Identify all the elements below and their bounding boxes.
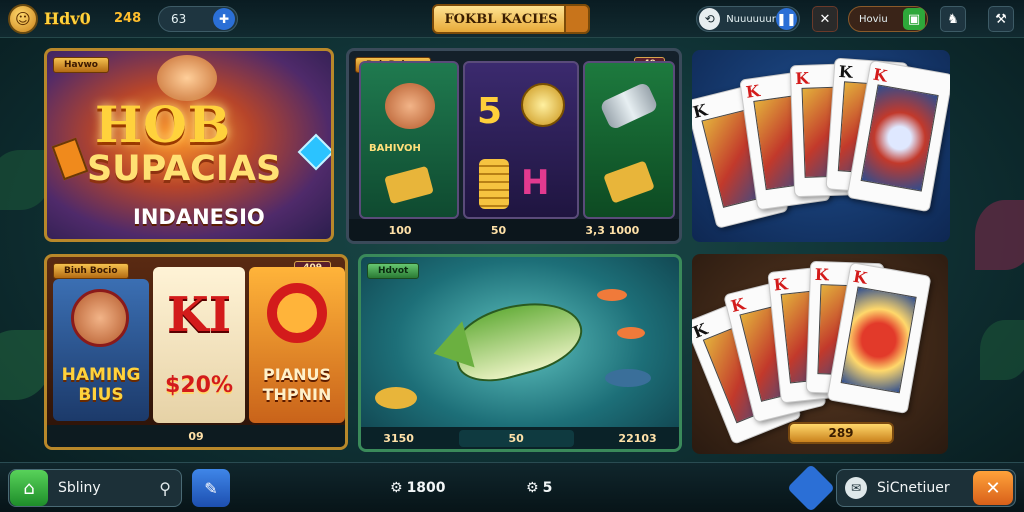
- chat-icon: ✉: [845, 477, 867, 499]
- chat-bar[interactable]: ✉ SiCnetiuer ✕: [836, 469, 1016, 507]
- hot-char-title: HAMING BIUS: [61, 365, 141, 405]
- settings-icon[interactable]: ⚒: [988, 6, 1014, 32]
- coins-icon: ⚙: [390, 480, 403, 496]
- hot-reel-2: KI $20%: [153, 267, 245, 423]
- top-bar: ☺ Hdv0 248 63 ✚ FOKBL KACIES ⟲ Nuuuuuur …: [0, 0, 1024, 38]
- slots-tile[interactable]: Boh Babov 49 BAHIVOH 5 H 100 50 3,3 1000: [346, 48, 682, 244]
- diamond-icon: [297, 133, 331, 171]
- arrow-ribbon-icon: [51, 137, 89, 181]
- search-label: Sbliny: [58, 480, 101, 496]
- tools-icon[interactable]: ✕: [973, 471, 1013, 505]
- fishing-value-2: 50: [458, 429, 574, 447]
- home-icon[interactable]: ⌂: [10, 470, 48, 506]
- small-fish-icon: [605, 369, 651, 387]
- slots-value-strip: 100 50 3,3 1000: [349, 219, 679, 241]
- gold-tile-icon: [384, 165, 434, 205]
- hero-subtitle: SUPACIAS: [87, 149, 282, 189]
- hot-slots-footer-value: 09: [188, 429, 204, 443]
- hero-promo-tile[interactable]: Havwo HOB SUPACIAS INDANESIO: [44, 48, 334, 242]
- search-bar[interactable]: ⌂ Sbliny ⚲: [8, 469, 182, 507]
- plus-icon[interactable]: ✚: [213, 8, 235, 30]
- fishing-value-strip: 3150 50 22103: [361, 427, 679, 449]
- symbol-o-icon: [267, 283, 327, 343]
- small-fish-icon: [617, 327, 645, 339]
- flower-decoration: [975, 200, 1024, 270]
- reel-1: BAHIVOH: [359, 61, 459, 219]
- score-value: Nuuuuuur: [726, 13, 776, 25]
- brand-name: Hdv0: [44, 9, 91, 28]
- hero-tag: Havwo: [53, 57, 109, 73]
- fish-icon: [446, 289, 590, 391]
- gift-value: Hoviu: [859, 13, 888, 25]
- barrel-icon: [599, 81, 659, 131]
- reel-3: [583, 61, 675, 219]
- coin-stack-icon: [479, 159, 509, 209]
- hot-reel-text-2: PIANUS THPNIN: [262, 365, 332, 404]
- small-fish-icon: [597, 289, 627, 301]
- search-icon[interactable]: ⚲: [159, 479, 171, 498]
- hot-slots-tile[interactable]: Biuh Bocio 409 HAMING BIUS KI $20% PIANU…: [44, 254, 348, 450]
- leaf-decoration: [0, 330, 50, 400]
- brand-number: 248: [114, 11, 142, 26]
- score-pill[interactable]: ⟲ Nuuuuuur ❚❚: [696, 6, 800, 32]
- reel-2: 5 H: [463, 61, 579, 219]
- hero-subtitle-2: INDANESIO: [133, 205, 265, 229]
- center-banner-button[interactable]: FOKBL KACIES: [432, 4, 590, 34]
- mascot-icon: [385, 83, 435, 129]
- cards-price-badge[interactable]: 289: [788, 422, 894, 444]
- mascot-label: BAHIVOH: [369, 143, 421, 154]
- cards-tile-bottom[interactable]: K K K K K 289: [692, 254, 948, 454]
- hot-reel-text-1: $20%: [165, 373, 233, 398]
- lobby-icon[interactable]: ♞: [940, 6, 966, 32]
- bottom-value-2: ⚙ 5: [526, 480, 552, 496]
- symbol-h-icon: H: [521, 163, 550, 203]
- center-banner-label: FOKBL KACIES: [444, 11, 558, 27]
- crossed-swords-icon[interactable]: ✕: [812, 6, 838, 32]
- chat-label: SiCnetiuer: [877, 480, 950, 496]
- leaf-decoration: [0, 150, 50, 210]
- edit-icon[interactable]: ✎: [192, 469, 230, 507]
- slots-value-1: 100: [388, 223, 412, 237]
- bottom-value-2-text: 5: [542, 480, 553, 496]
- banner-tab: [564, 4, 590, 34]
- cards-price: 289: [828, 426, 854, 440]
- gold-tile-icon: [603, 160, 655, 204]
- fishing-tag: Hdvot: [367, 263, 420, 279]
- hot-slots-tag: Biuh Bocio: [53, 263, 129, 279]
- hot-reel-3: PIANUS THPNIN: [249, 267, 345, 423]
- fishing-value-3: 22103: [618, 431, 657, 445]
- hot-reel-1: HAMING BIUS: [53, 279, 149, 421]
- slots-value-3: 3,3 1000: [585, 223, 640, 237]
- slots-value-2: 50: [490, 223, 507, 237]
- gold-coins-icon: [375, 387, 417, 409]
- pause-icon[interactable]: ❚❚: [775, 8, 797, 30]
- symbol-5-icon: 5: [477, 91, 503, 132]
- gems-icon: ⚙: [526, 480, 539, 496]
- avatar-icon[interactable]: ☺: [8, 4, 38, 34]
- currency-value: 63: [171, 12, 187, 26]
- hot-symbol: KI: [167, 287, 232, 343]
- game-lobby-screen: ☺ Hdv0 248 63 ✚ FOKBL KACIES ⟲ Nuuuuuur …: [0, 0, 1024, 512]
- bottom-bar: ⌂ Sbliny ⚲ ✎ ⚙ 1800 ⚙ 5 ✉ SiCnetiuer ✕: [0, 462, 1024, 512]
- hot-slots-footer: 09: [47, 425, 345, 447]
- hero-title: HOB: [95, 95, 232, 154]
- fishing-value-1: 3150: [383, 431, 414, 445]
- gift-icon: ▣: [903, 8, 925, 30]
- gift-pill[interactable]: Hoviu ▣: [848, 6, 928, 32]
- fishing-tile[interactable]: Hdvot 3150 50 22103: [358, 254, 682, 452]
- mascot-icon: [71, 289, 129, 347]
- cards-tile-top[interactable]: K K K K K: [692, 50, 950, 242]
- share-icon: ⟲: [699, 8, 721, 30]
- coin-icon: [521, 83, 565, 127]
- currency-pill[interactable]: 63 ✚: [158, 6, 238, 32]
- diamond-icon[interactable]: [786, 463, 836, 512]
- leaf-decoration: [980, 320, 1024, 380]
- bottom-value-1-text: 1800: [406, 480, 446, 496]
- bottom-value-1: ⚙ 1800: [390, 480, 446, 496]
